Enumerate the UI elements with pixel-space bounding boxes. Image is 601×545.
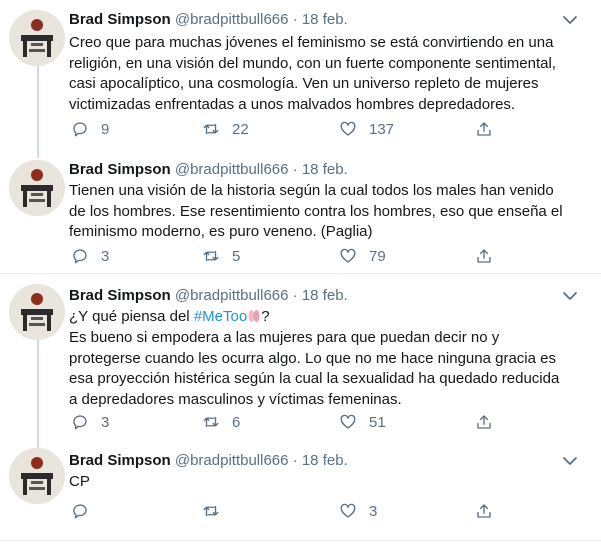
author-name[interactable]: Brad Simpson: [69, 452, 171, 469]
retweet-count: 5: [232, 247, 241, 265]
reply-button[interactable]: 9: [71, 119, 109, 139]
like-button[interactable]: 79: [339, 246, 386, 266]
tweet-date[interactable]: 18 feb.: [302, 287, 348, 304]
tweet-actions: 9 22 137: [71, 119, 501, 139]
author-name[interactable]: Brad Simpson: [69, 287, 171, 304]
tweet-header: Brad Simpson @bradpittbull666 · 18 feb.: [69, 10, 348, 30]
avatar[interactable]: [9, 160, 65, 216]
reply-button[interactable]: [71, 501, 101, 521]
share-button[interactable]: [475, 246, 505, 266]
tweet-header: Brad Simpson @bradpittbull666 · 18 feb.: [69, 286, 348, 306]
tweet-header: Brad Simpson @bradpittbull666 · 18 feb.: [69, 451, 348, 471]
heart-icon: [340, 503, 356, 518]
chevron-down-icon[interactable]: [561, 287, 579, 305]
tweet-actions: 3 6 51: [71, 412, 501, 432]
thread-line: [37, 340, 39, 442]
tweet-text: CP: [69, 473, 90, 490]
retweet-icon: [203, 250, 219, 262]
author-name[interactable]: Brad Simpson: [69, 11, 171, 28]
share-button[interactable]: [475, 501, 505, 521]
retweet-button[interactable]: [202, 501, 232, 521]
heart-icon: [340, 414, 356, 429]
reply-button[interactable]: 3: [71, 246, 109, 266]
retweet-button[interactable]: 6: [202, 412, 240, 432]
reply-count: 3: [101, 413, 110, 431]
tweet-text: Tienen una visión de la historia según l…: [69, 182, 563, 240]
like-button[interactable]: 51: [339, 412, 386, 432]
reply-icon: [73, 249, 87, 264]
reply-icon: [73, 415, 87, 430]
avatar[interactable]: [9, 448, 65, 504]
thread-line: [37, 150, 39, 158]
tweet-date[interactable]: 18 feb.: [302, 161, 348, 178]
dot-separator: ·: [292, 287, 298, 304]
like-button[interactable]: 137: [339, 119, 394, 139]
chevron-down-icon[interactable]: [561, 452, 579, 470]
retweet-icon: [203, 123, 219, 135]
tweet-text-prefix: ¿Y qué piensa del: [69, 308, 194, 325]
tweet[interactable]: Brad Simpson @bradpittbull666 · 18 feb. …: [0, 150, 601, 273]
heart-icon: [340, 248, 356, 263]
reply-count: 3: [101, 247, 110, 265]
like-button[interactable]: 3: [339, 501, 377, 521]
dot-separator: ·: [292, 161, 298, 178]
share-button[interactable]: [475, 119, 505, 139]
retweet-count: 6: [232, 413, 241, 431]
tweet-first-line: ¿Y qué piensa del #MeToo?: [69, 307, 589, 328]
retweet-count: 22: [232, 120, 249, 138]
author-handle[interactable]: @bradpittbull666: [175, 287, 289, 304]
retweet-icon: [203, 416, 219, 428]
tweet-date[interactable]: 18 feb.: [302, 452, 348, 469]
reply-button[interactable]: 3: [71, 412, 109, 432]
divider: [0, 540, 601, 541]
author-name[interactable]: Brad Simpson: [69, 161, 171, 178]
like-count: 79: [369, 247, 386, 265]
tweet-thread: Brad Simpson @bradpittbull666 · 18 feb. …: [0, 0, 601, 545]
share-icon: [477, 415, 491, 429]
reply-icon: [73, 122, 87, 137]
share-icon: [477, 122, 491, 136]
emoji-icon: [247, 308, 261, 324]
retweet-button[interactable]: 22: [202, 119, 249, 139]
heart-icon: [340, 121, 356, 136]
dot-separator: ·: [292, 11, 298, 28]
chevron-down-icon[interactable]: [561, 11, 579, 29]
tweet-date[interactable]: 18 feb.: [302, 11, 348, 28]
tweet-actions: 3 5 79: [71, 246, 501, 266]
reply-count: 9: [101, 120, 110, 138]
tweet-text: Creo que para muchas jóvenes el feminism…: [69, 34, 556, 113]
tweet[interactable]: Brad Simpson @bradpittbull666 · 18 feb. …: [0, 442, 601, 545]
avatar[interactable]: [9, 284, 65, 340]
author-handle[interactable]: @bradpittbull666: [175, 161, 289, 178]
reply-icon: [73, 504, 87, 519]
share-icon: [477, 504, 491, 518]
retweet-icon: [203, 505, 219, 517]
like-count: 51: [369, 413, 386, 431]
tweet-text-suffix: ?: [261, 308, 270, 325]
tweet-text: Es bueno si empodera a las mujeres para …: [69, 329, 560, 408]
dot-separator: ·: [292, 452, 298, 469]
tweet-header: Brad Simpson @bradpittbull666 · 18 feb.: [69, 160, 348, 180]
retweet-button[interactable]: 5: [202, 246, 240, 266]
like-count: 3: [369, 502, 378, 520]
share-icon: [477, 249, 491, 263]
thread-line: [37, 66, 39, 158]
tweet[interactable]: Brad Simpson @bradpittbull666 · 18 feb. …: [0, 0, 601, 158]
like-count: 137: [369, 120, 395, 138]
tweet[interactable]: Brad Simpson @bradpittbull666 · 18 feb. …: [0, 274, 601, 442]
avatar[interactable]: [9, 10, 65, 66]
author-handle[interactable]: @bradpittbull666: [175, 11, 289, 28]
tweet-actions: 3: [71, 501, 501, 521]
hashtag-link[interactable]: #MeToo: [194, 308, 247, 325]
author-handle[interactable]: @bradpittbull666: [175, 452, 289, 469]
share-button[interactable]: [475, 412, 505, 432]
